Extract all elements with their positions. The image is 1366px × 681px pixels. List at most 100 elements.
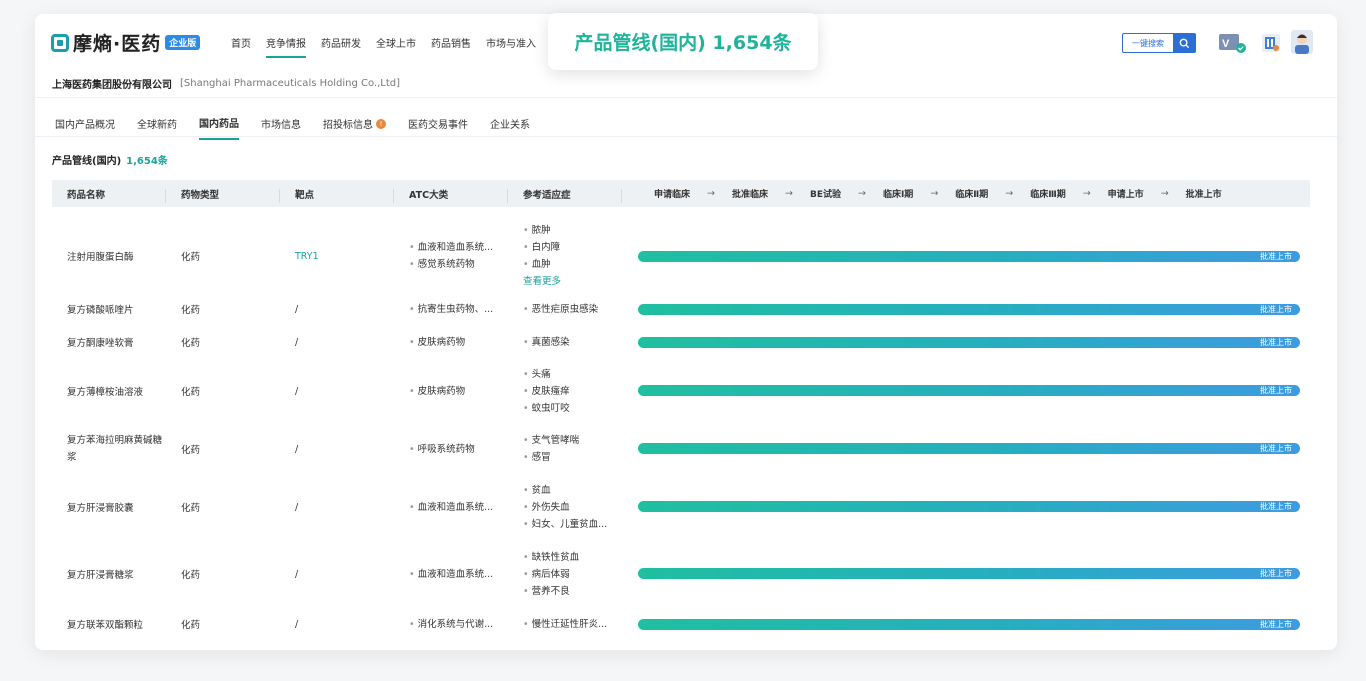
col-atc-label: ATC大类: [409, 189, 449, 201]
drug-target: /: [295, 336, 299, 348]
table-row[interactable]: 复方肝浸膏糖浆 化药 / 血液和造血系统... 缺铁性贫血 病后体弱 营养不良 …: [52, 547, 1310, 601]
col-drug-name[interactable]: 药品名称: [52, 187, 166, 203]
arrow-icon: →: [930, 188, 939, 199]
arrow-icon: →: [707, 188, 715, 199]
col-indication-label: 参考适应症: [523, 189, 571, 201]
atc-list: 皮肤病药物: [394, 383, 508, 400]
stage-phase-1: 临床Ⅰ期: [882, 190, 914, 200]
indication-list: 贫血 外伤失血 妇女、儿童贫血...: [508, 482, 622, 533]
drug-type: 化药: [181, 503, 201, 514]
drug-target: /: [295, 385, 299, 397]
drug-type: 化药: [181, 338, 201, 349]
col-atc[interactable]: ATC大类: [394, 187, 508, 203]
stage-label: 批准上市: [1260, 252, 1292, 261]
drug-name[interactable]: 复方磷酸哌喹片: [52, 302, 166, 316]
atc-item: 抗寄生虫药物、...: [409, 301, 508, 318]
arrow-icon: →: [1005, 188, 1014, 199]
drug-name[interactable]: 复方苯海拉明麻黄碱糖浆: [52, 432, 166, 466]
drug-name[interactable]: 复方肝浸膏胶囊: [52, 500, 166, 514]
company-header: 上海医药集团股份有限公司 [Shanghai Pharmaceuticals H…: [35, 70, 1337, 98]
table-row[interactable]: 复方磷酸哌喹片 化药 / 抗寄生虫药物、... 恶性疟原虫感染 批准上市: [52, 298, 1310, 320]
section-count: 1,654条: [126, 156, 168, 167]
tab-bidding-label: 招投标信息: [323, 120, 373, 131]
col-drug-name-label: 药品名称: [67, 189, 106, 201]
stage-progress-bar: 批准上市: [638, 251, 1300, 262]
avatar[interactable]: [1291, 30, 1313, 54]
drug-name[interactable]: 复方薄樟桉油溶液: [52, 384, 166, 398]
table-row[interactable]: 复方苯海拉明麻黄碱糖浆 化药 / 呼吸系统药物 支气管哮喘 感冒 批准上市: [52, 431, 1310, 467]
table-row[interactable]: 复方薄樟桉油溶液 化药 / 皮肤病药物 头痛 皮肤瘙痒 蚊虫叮咬 批准上市: [52, 364, 1310, 418]
brand-logo[interactable]: 摩熵·医药 企业版: [51, 29, 201, 56]
brand-name: 摩熵·医药: [73, 33, 162, 55]
nav-competitive-intel[interactable]: 竞争情报: [266, 35, 306, 58]
see-more-link[interactable]: 查看更多: [523, 273, 622, 290]
drug-name[interactable]: 复方肝浸膏糖浆: [52, 567, 166, 581]
stage-phase-3: 临床Ⅲ期: [1030, 190, 1066, 200]
drug-type: 化药: [181, 620, 201, 631]
indication-item: 真菌感染: [523, 334, 622, 351]
indication-list: 头痛 皮肤瘙痒 蚊虫叮咬: [508, 366, 622, 417]
drug-target: /: [295, 618, 299, 630]
col-indication[interactable]: 参考适应症: [508, 187, 622, 203]
drug-target[interactable]: TRY1: [280, 251, 394, 262]
col-drug-type[interactable]: 药物类型: [166, 187, 280, 203]
drug-name[interactable]: 注射用腹蛋白酶: [52, 249, 166, 263]
indication-item: 恶性疟原虫感染: [523, 301, 622, 318]
search-label[interactable]: 一键搜索: [1123, 34, 1173, 52]
col-drug-type-label: 药物类型: [181, 189, 220, 201]
arrow-icon: →: [1082, 188, 1091, 199]
drug-name[interactable]: 复方联苯双酯颗粒: [52, 617, 166, 631]
stage-phase-2: 临床Ⅱ期: [955, 190, 989, 200]
indication-item: 营养不良: [523, 583, 622, 600]
stage-header: 申请临床 → 批准临床 → BE试验 → 临床Ⅰ期 → 临床Ⅱ期 → 临床Ⅲ期 → 申请上市…: [622, 187, 1222, 200]
drug-type: 化药: [181, 305, 201, 316]
indication-list: 真菌感染: [508, 334, 622, 351]
manual-icon[interactable]: [1262, 34, 1280, 52]
col-target[interactable]: 靶点: [280, 187, 394, 203]
search-icon[interactable]: [1173, 34, 1195, 52]
atc-list: 血液和造血系统...: [394, 499, 508, 516]
stage-progress-bar: 批准上市: [638, 385, 1300, 396]
stage-label: 批准上市: [1260, 338, 1292, 347]
table-row[interactable]: 注射用腹蛋白酶 化药 TRY1 血液和造血系统... 感觉系统药物 脓肿 白内障…: [52, 215, 1310, 297]
app-window: 摩熵·医药 企业版 首页 竞争情报 药品研发 全球上市 药品销售 市场与准入 一…: [35, 14, 1337, 650]
nav-sales[interactable]: 药品销售: [431, 35, 471, 58]
drug-name[interactable]: 复方酮康唑软膏: [52, 335, 166, 349]
indication-item: 缺铁性贫血: [523, 549, 622, 566]
stage-approved-clinical: 批准临床: [731, 190, 768, 200]
drug-target: /: [295, 501, 299, 513]
drug-type: 化药: [181, 445, 201, 456]
pipeline-table: 药品名称 药物类型 靶点 ATC大类 参考适应症 申请临床 → 批准临床 → BE试…: [52, 180, 1310, 631]
arrow-icon: →: [785, 188, 793, 199]
svg-text:V: V: [1222, 38, 1230, 50]
table-row[interactable]: 复方肝浸膏胶囊 化药 / 血液和造血系统... 贫血 外伤失血 妇女、儿童贫血.…: [52, 480, 1310, 534]
company-name-en: [Shanghai Pharmaceuticals Holding Co.,Lt…: [180, 78, 401, 89]
nav-rd[interactable]: 药品研发: [321, 35, 361, 58]
table-row[interactable]: 复方联苯双酯颗粒 化药 / 消化系统与代谢... 慢性迁延性肝炎... 批准上市: [52, 613, 1310, 635]
nav-home[interactable]: 首页: [231, 35, 251, 58]
company-name: 上海医药集团股份有限公司: [52, 80, 172, 91]
atc-item: 消化系统与代谢...: [409, 616, 508, 633]
indication-item: 病后体弱: [523, 566, 622, 583]
vip-icon[interactable]: V: [1219, 32, 1247, 54]
stage-progress-bar: 批准上市: [638, 568, 1300, 579]
atc-item: 感觉系统药物: [409, 256, 508, 273]
stage-progress-bar: 批准上市: [638, 304, 1300, 315]
indication-item: 皮肤瘙痒: [523, 383, 622, 400]
atc-list: 血液和造血系统...: [394, 566, 508, 583]
atc-item: 皮肤病药物: [409, 383, 508, 400]
table-row[interactable]: 复方酮康唑软膏 化药 / 皮肤病药物 真菌感染 批准上市: [52, 331, 1310, 353]
indication-list: 恶性疟原虫感染: [508, 301, 622, 318]
logo-icon: [51, 33, 69, 52]
quick-search[interactable]: 一键搜索: [1122, 33, 1196, 53]
indication-item: 蚊虫叮咬: [523, 400, 622, 417]
indication-item: 慢性迁延性肝炎...: [523, 616, 622, 633]
indication-list: 缺铁性贫血 病后体弱 营养不良: [508, 549, 622, 600]
section-title: 产品管线(国内) 1,654条: [52, 152, 168, 167]
stage-approved-launch: 批准上市: [1185, 190, 1222, 200]
nav-global-launch[interactable]: 全球上市: [376, 35, 416, 58]
nav-market-access[interactable]: 市场与准入: [486, 35, 536, 58]
indication-item: 支气管哮喘: [523, 432, 622, 449]
stage-label: 批准上市: [1260, 444, 1292, 453]
atc-item: 血液和造血系统...: [409, 499, 508, 516]
